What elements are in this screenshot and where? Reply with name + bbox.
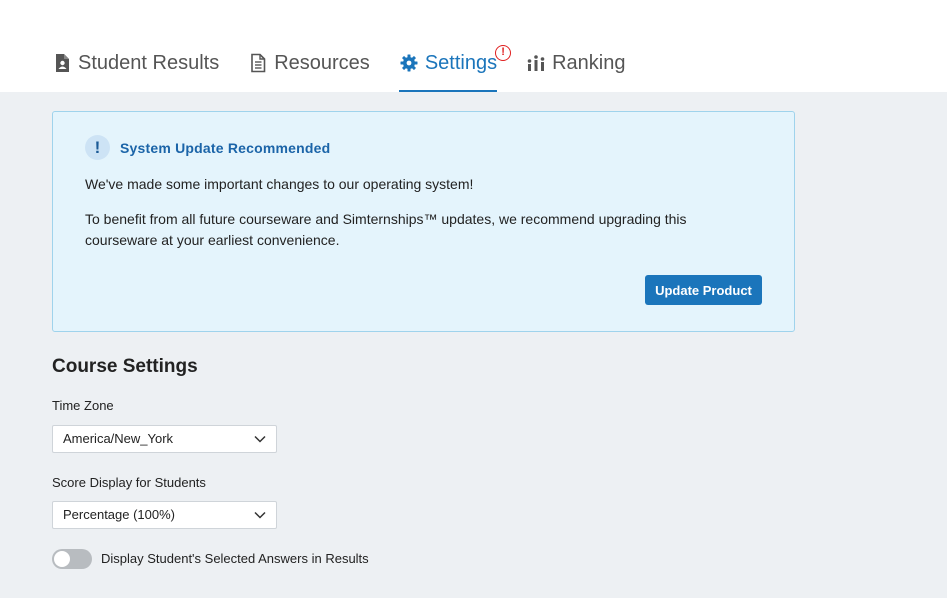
ranking-icon (526, 53, 546, 73)
tab-bar: Student Results Resources Settings ! Ran… (52, 45, 654, 92)
tab-settings[interactable]: Settings ! (398, 45, 512, 92)
update-product-button[interactable]: Update Product (645, 275, 762, 305)
tab-label: Ranking (552, 52, 626, 74)
notice-description: To benefit from all future courseware an… (85, 211, 687, 248)
tab-ranking[interactable]: Ranking (526, 50, 625, 92)
document-person-icon (52, 53, 72, 73)
notice-title: System Update Recommended (120, 140, 331, 156)
chevron-down-icon (254, 435, 266, 443)
selected-answers-toggle-label: Display Student's Selected Answers in Re… (101, 551, 369, 566)
chevron-down-icon (254, 511, 266, 519)
score-display-value: Percentage (100%) (63, 507, 176, 522)
tab-label: Resources (274, 52, 370, 74)
time-zone-select[interactable]: America/New_York (52, 425, 277, 453)
score-display-select[interactable]: Percentage (100%) (52, 501, 277, 529)
course-settings-heading: Course Settings (52, 356, 198, 377)
score-display-label: Score Display for Students (52, 475, 206, 490)
tab-resources[interactable]: Resources (248, 50, 370, 92)
system-update-notice: ! System Update Recommended We've made s… (52, 111, 795, 332)
selected-answers-toggle[interactable] (52, 549, 92, 569)
gear-icon (399, 53, 419, 73)
alert-badge-icon: ! (495, 45, 512, 61)
exclamation-icon: ! (85, 135, 110, 160)
tab-student-results[interactable]: Student Results (52, 50, 219, 92)
time-zone-value: America/New_York (63, 431, 174, 446)
time-zone-label: Time Zone (52, 398, 114, 413)
top-navigation-bar: Student Results Resources Settings ! Ran… (0, 0, 947, 92)
tab-label: Settings (424, 52, 498, 74)
toggle-knob (54, 551, 70, 567)
notice-message: We've made some important changes to our… (85, 176, 474, 192)
document-lines-icon (248, 53, 268, 73)
tab-label: Student Results (78, 52, 220, 74)
